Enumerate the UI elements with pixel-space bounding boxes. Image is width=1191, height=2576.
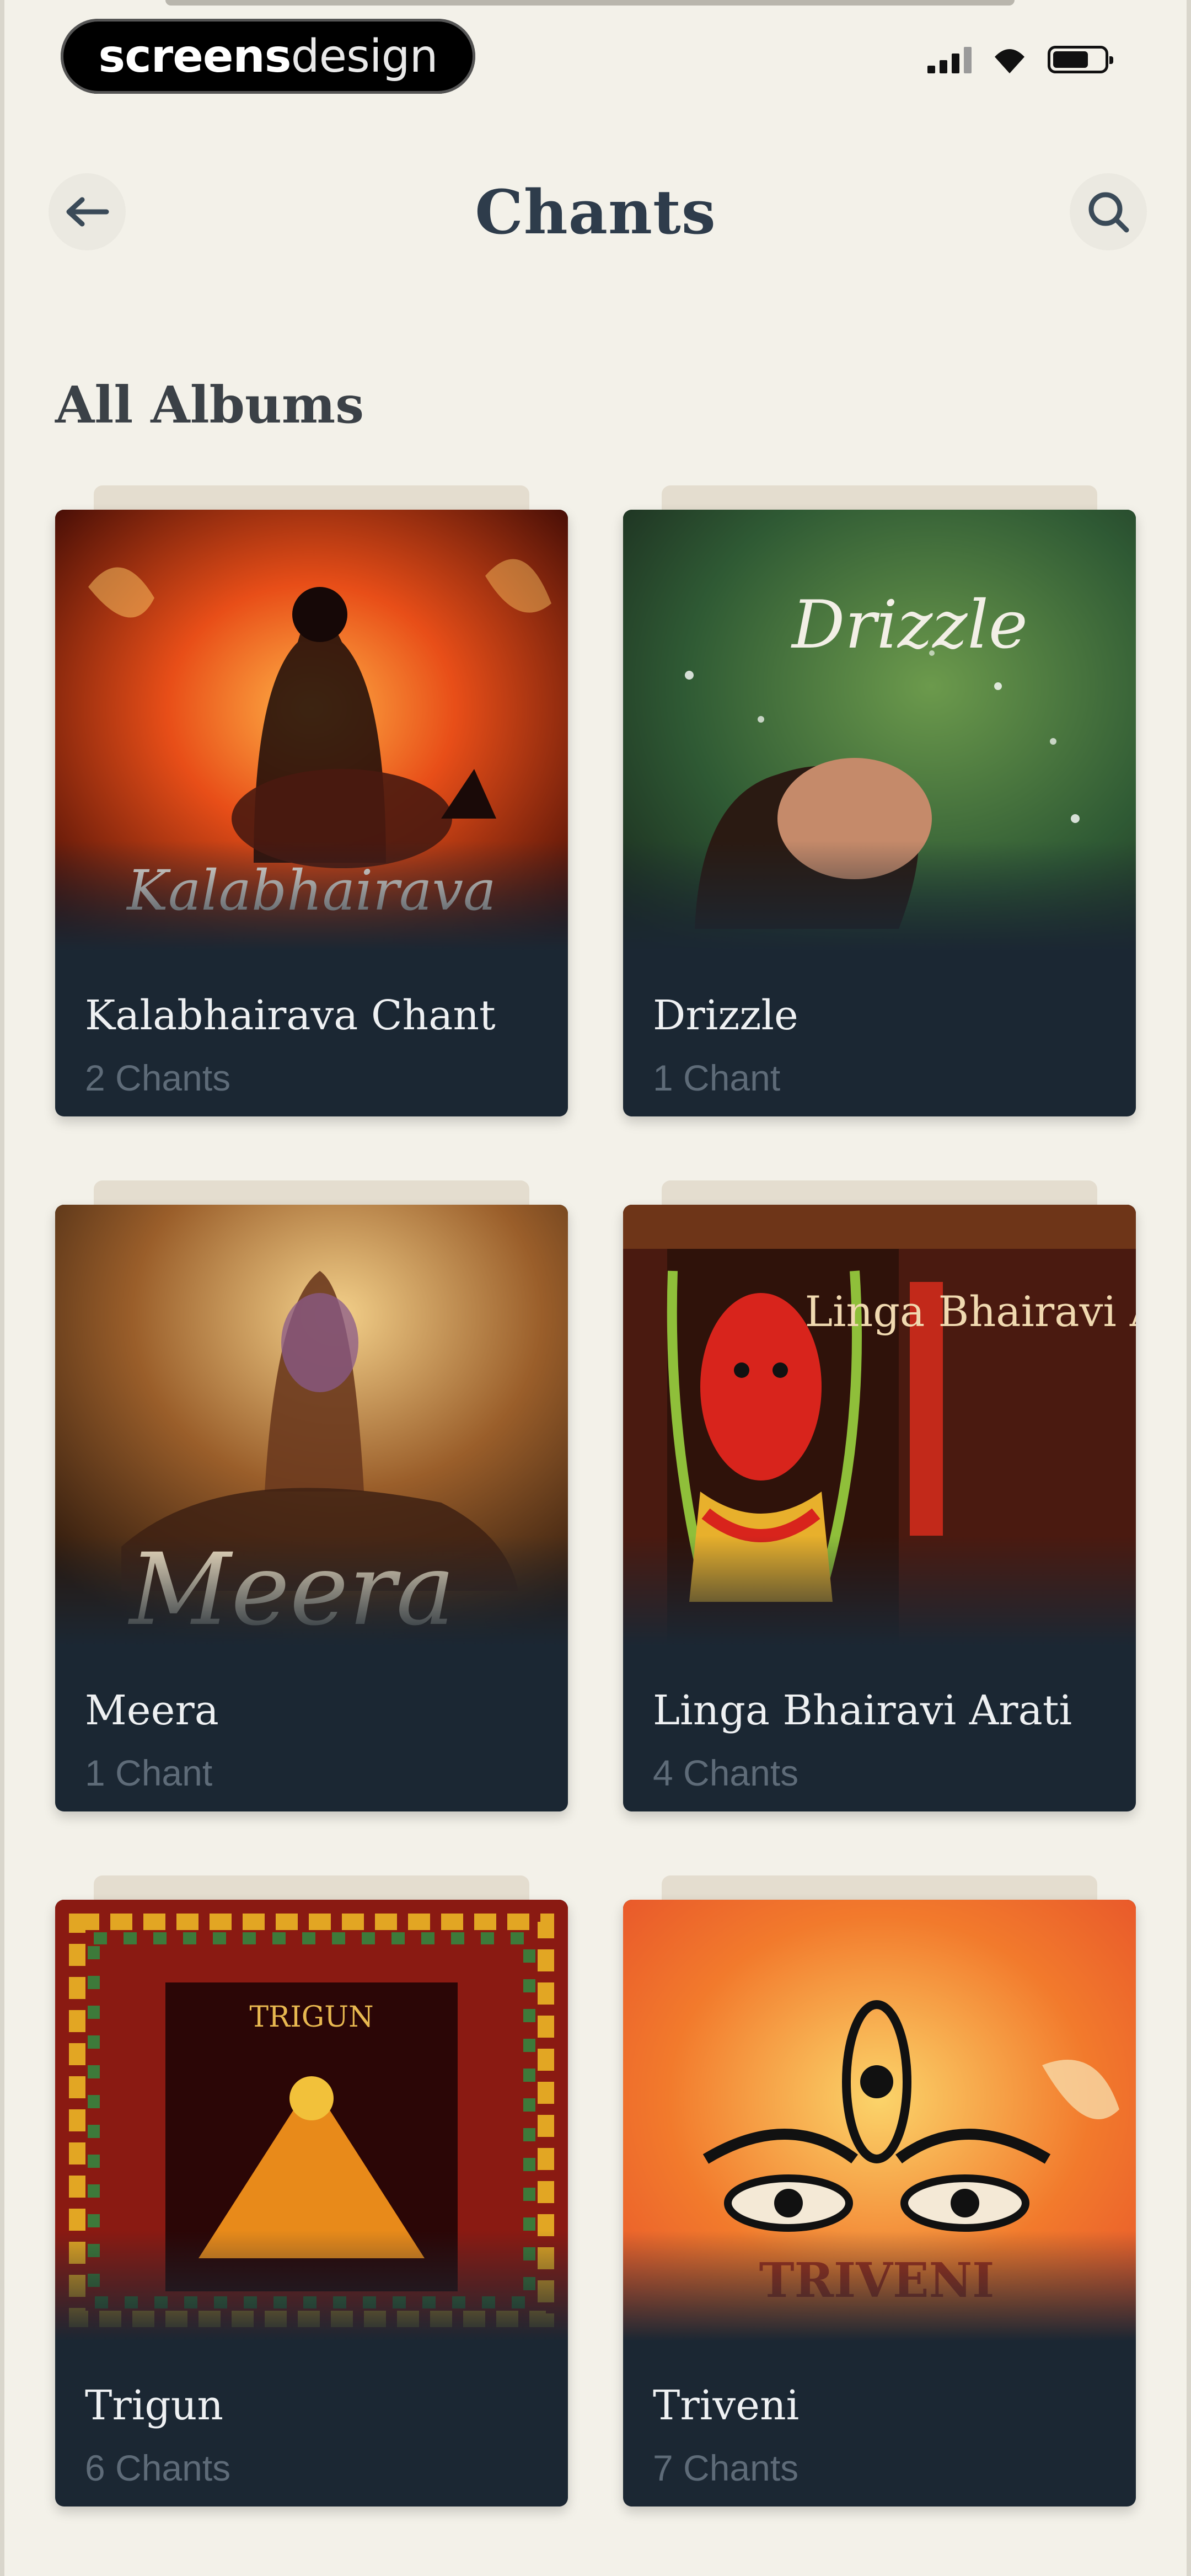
album-title: Meera [85,1687,219,1734]
album-cover-image: TRIGUN [55,1900,568,2341]
app-header: Chants [0,160,1191,270]
brand-light-text: design [291,30,438,83]
album-cover-image: Kalabhairava [55,510,568,951]
album-card[interactable]: TRIVENI Triveni 7 Chants [623,1875,1136,2521]
svg-text:TRIGUN: TRIGUN [249,2001,373,2034]
album-title: Kalabhairava Chant [85,992,496,1039]
search-button[interactable] [1070,173,1147,250]
album-card[interactable]: Meera Meera 1 Chant [55,1180,568,1826]
album-chant-count: 7 Chants [653,2447,799,2488]
cellular-signal-icon [927,46,972,73]
svg-text:Drizzle: Drizzle [791,587,1028,664]
status-bar: screens design [0,0,1191,110]
album-chant-count: 1 Chant [653,1057,781,1098]
wifi-icon [995,49,1024,73]
svg-text:Kalabhairava: Kalabhairava [126,858,496,923]
album-cover-image: Drizzle [623,510,1136,951]
album-title: Triveni [653,2382,800,2429]
album-title: Drizzle [653,992,798,1039]
screensdesign-badge: screens design [61,19,475,94]
svg-text:TRIVENI: TRIVENI [759,2253,995,2308]
album-card[interactable]: Linga Bhairavi Arati Linga Bhairavi Arat… [623,1180,1136,1826]
section-title-all-albums: All Albums [55,375,364,435]
album-card[interactable]: Kalabhairava Kalabhairava Chant 2 Chants [55,485,568,1131]
album-card[interactable]: Drizzle Drizzle 1 Chant [623,485,1136,1131]
album-cover-image: Meera [55,1205,568,1646]
album-title: Linga Bhairavi Arati [653,1687,1072,1734]
battery-icon [1048,46,1113,73]
album-chant-count: 4 Chants [653,1752,799,1793]
album-title: Trigun [85,2382,224,2429]
album-chant-count: 1 Chant [85,1752,213,1793]
album-cover-image: Linga Bhairavi Arati [623,1205,1136,1646]
album-chant-count: 2 Chants [85,1057,231,1098]
svg-text:Meera: Meera [128,1532,455,1646]
page-title: Chants [475,177,716,248]
svg-text:Linga Bhairavi Arati: Linga Bhairavi Arati [805,1287,1136,1336]
album-chant-count: 6 Chants [85,2447,231,2488]
album-cover-image: TRIVENI [623,1900,1136,2341]
brand-bold-text: screens [98,30,291,83]
album-card[interactable]: TRIGUN Trigun 6 Chants [55,1875,568,2521]
status-icons [927,43,1113,76]
search-icon [1088,192,1129,233]
